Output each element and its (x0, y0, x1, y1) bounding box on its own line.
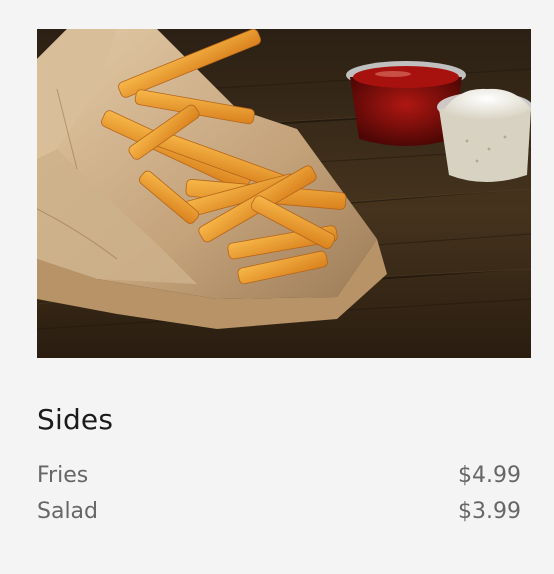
item-price: $4.99 (458, 463, 521, 488)
fries-photo-icon (37, 29, 531, 358)
menu-card: Sides Fries $4.99 Salad $3.99 (0, 0, 554, 574)
fries-photo (37, 29, 531, 358)
section-title: Sides (37, 403, 114, 436)
item-price: $3.99 (458, 499, 521, 524)
list-item: Salad $3.99 (37, 499, 521, 535)
list-item: Fries $4.99 (37, 463, 521, 499)
item-name: Salad (37, 499, 99, 524)
menu-item-list: Fries $4.99 Salad $3.99 (37, 463, 521, 535)
item-name: Fries (37, 463, 89, 488)
